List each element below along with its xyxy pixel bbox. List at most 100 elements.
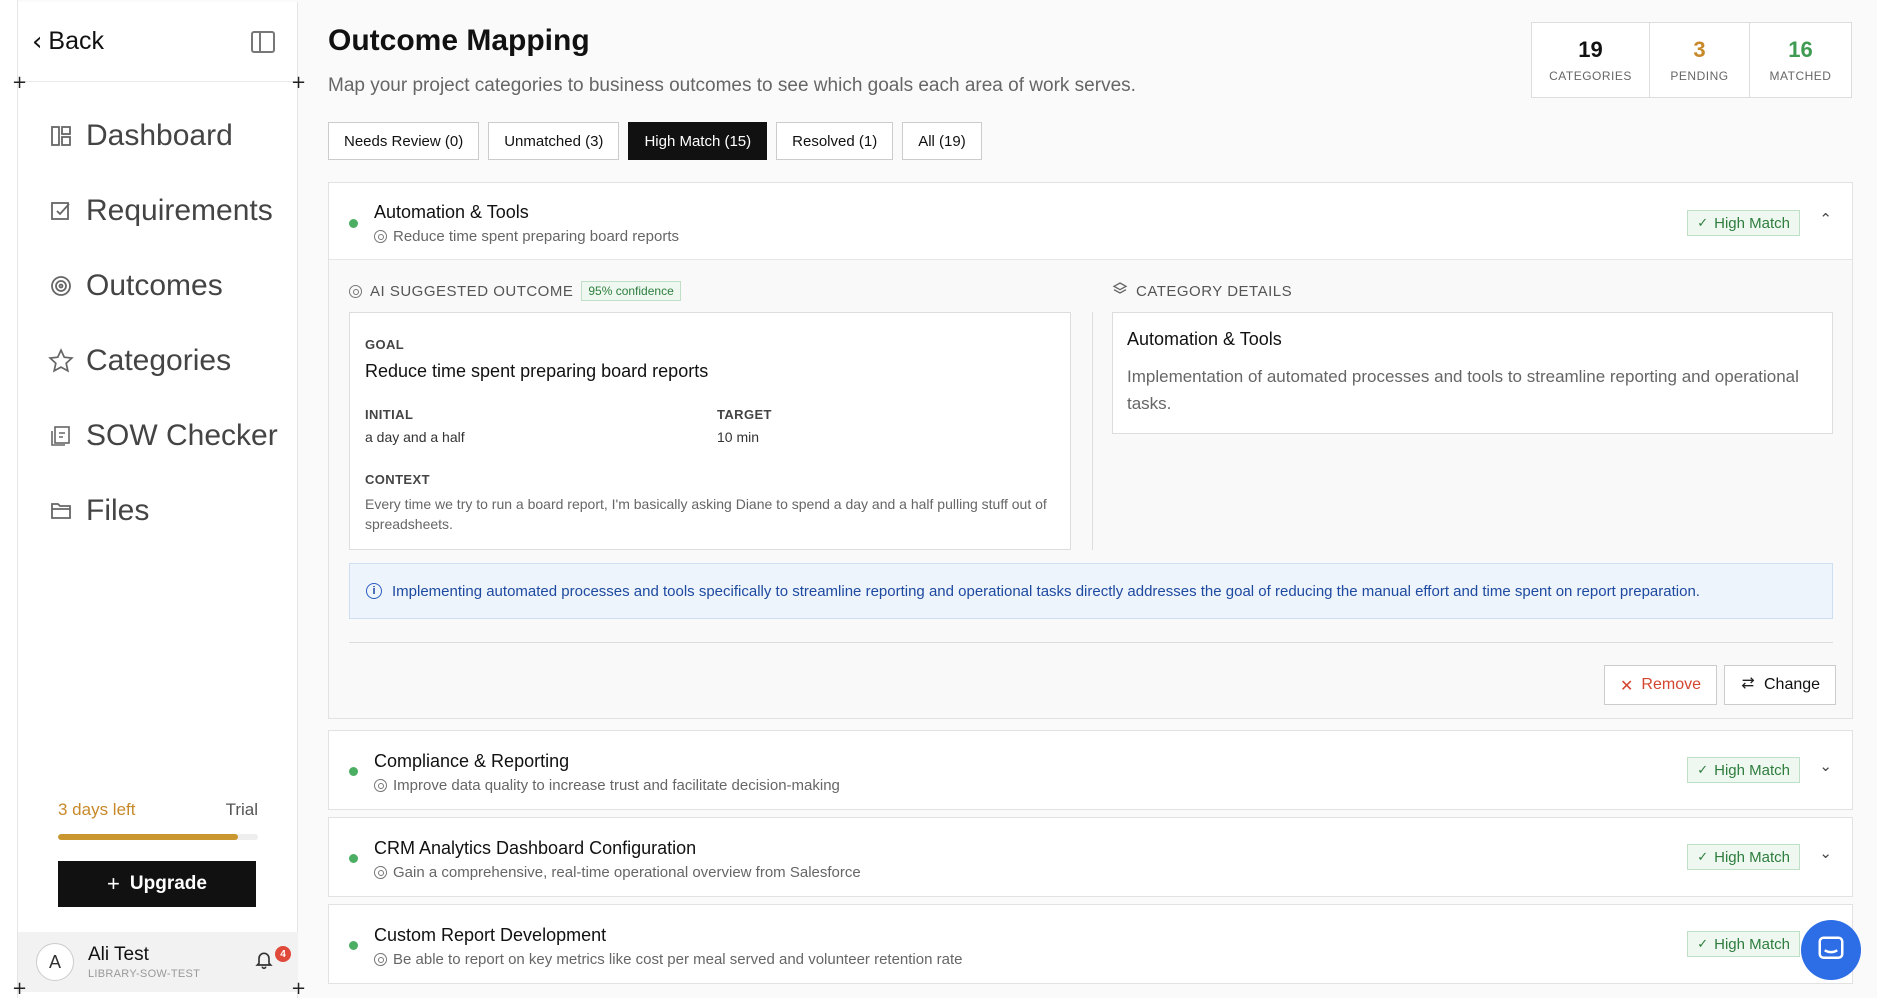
badge-label: High Match — [1714, 761, 1790, 779]
upgrade-label: Upgrade — [129, 873, 207, 894]
confidence-badge: 95% confidence — [581, 281, 681, 301]
card-goal: Gain a comprehensive, real-time operatio… — [374, 864, 861, 881]
ai-outcome-label: AI SUGGESTED OUTCOME — [370, 282, 574, 300]
target-icon — [48, 273, 74, 299]
status-dot — [349, 854, 358, 863]
page-title: Outcome Mapping — [328, 24, 590, 57]
upgrade-button[interactable]: + Upgrade — [58, 861, 256, 907]
badge-label: High Match — [1714, 935, 1790, 953]
check-icon: ✓ — [1697, 215, 1709, 231]
layers-icon — [1112, 281, 1128, 301]
stat-matched: 16 MATCHED — [1750, 23, 1851, 97]
filter-resolved[interactable]: Resolved (1) — [776, 122, 894, 160]
resize-handle-icon: + — [291, 978, 307, 998]
back-label: Back — [48, 27, 104, 55]
user-name: Ali Test — [88, 944, 149, 965]
card-title: Custom Report Development — [374, 925, 607, 945]
avatar: A — [36, 943, 74, 981]
chevron-down-icon[interactable]: ⌄ — [1819, 844, 1832, 862]
filter-unmatched[interactable]: Unmatched (3) — [488, 122, 620, 160]
category-card[interactable]: Compliance & Reporting Improve data qual… — [328, 730, 1853, 810]
sidebar: ‹ Back Dashboard Requirements Outcomes C… — [18, 2, 298, 998]
context-value: Every time we try to run a board report,… — [365, 496, 1047, 532]
sidebar-header: ‹ Back — [18, 2, 297, 82]
checkbox-icon — [48, 198, 74, 224]
sidebar-item-files[interactable]: Files — [18, 473, 297, 548]
category-title: Automation & Tools — [1127, 329, 1282, 349]
stat-categories: 19 CATEGORIES — [1532, 23, 1650, 97]
remove-button[interactable]: ✕ Remove — [1604, 665, 1717, 705]
trial-status: 3 days left Trial — [58, 800, 258, 840]
goal-panel: GOAL Reduce time spent preparing board r… — [349, 312, 1071, 550]
target-icon — [374, 953, 387, 966]
card-title: CRM Analytics Dashboard Configuration — [374, 838, 697, 858]
status-dot — [349, 941, 358, 950]
stat-pending: 3 PENDING — [1650, 23, 1750, 97]
sidebar-item-requirements[interactable]: Requirements — [18, 173, 297, 248]
target-icon — [349, 284, 362, 298]
category-details-label: CATEGORY DETAILS — [1136, 282, 1293, 300]
resize-handle-icon: + — [12, 978, 28, 998]
chat-launcher-button[interactable] — [1801, 920, 1861, 980]
target-icon — [374, 866, 387, 879]
sidebar-item-dashboard[interactable]: Dashboard — [18, 98, 297, 173]
target-icon — [374, 779, 387, 792]
target-icon — [374, 230, 387, 243]
badge-label: High Match — [1714, 214, 1790, 232]
sidebar-item-categories[interactable]: Categories — [18, 323, 297, 398]
status-badge: ✓ High Match — [1687, 844, 1800, 870]
folder-icon — [48, 498, 74, 524]
sidebar-item-label: Files — [86, 493, 150, 527]
close-icon: ✕ — [1620, 675, 1634, 695]
sidebar-item-outcomes[interactable]: Outcomes — [18, 248, 297, 323]
resize-handle-icon: + — [291, 72, 307, 93]
check-icon: ✓ — [1697, 849, 1709, 865]
filter-high-match[interactable]: High Match (15) — [628, 122, 768, 160]
card-goal: Reduce time spent preparing board report… — [374, 228, 679, 245]
sidebar-item-label: Requirements — [86, 193, 273, 227]
filter-needs-review[interactable]: Needs Review (0) — [328, 122, 480, 160]
change-button[interactable]: Change — [1724, 665, 1837, 705]
stat-value: 16 — [1788, 37, 1813, 62]
trial-progress-fill — [58, 834, 238, 840]
card-title: Automation & Tools — [374, 202, 529, 222]
check-icon: ✓ — [1697, 936, 1709, 952]
star-icon — [48, 347, 74, 374]
card-goal: Improve data quality to increase trust a… — [374, 777, 840, 794]
rationale-text: Implementing automated processes and too… — [392, 582, 1700, 600]
category-details-heading: CATEGORY DETAILS — [1112, 281, 1292, 301]
status-badge: ✓ High Match — [1687, 210, 1800, 236]
divider — [349, 642, 1833, 643]
category-card[interactable]: Custom Report Development Be able to rep… — [328, 904, 1853, 984]
category-card-expanded: Automation & Tools Reduce time spent pre… — [328, 182, 1853, 719]
chevron-up-icon[interactable]: ⌃ — [1819, 210, 1832, 228]
card-header[interactable]: Automation & Tools Reduce time spent pre… — [329, 183, 1852, 259]
card-goal-text: Reduce time spent preparing board report… — [393, 228, 679, 245]
chevron-down-icon[interactable]: ⌄ — [1819, 757, 1832, 775]
trial-days-left: 3 days left — [58, 800, 136, 819]
category-card[interactable]: CRM Analytics Dashboard Configuration Ga… — [328, 817, 1853, 897]
stats-panel: 19 CATEGORIES 3 PENDING 16 MATCHED — [1531, 22, 1852, 98]
card-details: AI SUGGESTED OUTCOME 95% confidence GOAL… — [329, 259, 1852, 718]
status-badge: ✓ High Match — [1687, 931, 1800, 957]
chevron-left-icon: ‹ — [32, 26, 43, 57]
page-subtitle: Map your project categories to business … — [328, 75, 1136, 96]
stat-label: MATCHED — [1769, 69, 1832, 83]
back-button[interactable]: ‹ Back — [32, 27, 104, 56]
chat-icon — [1816, 934, 1846, 967]
filter-all[interactable]: All (19) — [902, 122, 982, 160]
user-org: LIBRARY-SOW-TEST — [88, 968, 201, 980]
status-dot — [349, 219, 358, 228]
rationale-box: i Implementing automated processes and t… — [349, 563, 1833, 619]
stat-label: PENDING — [1670, 69, 1729, 83]
swap-icon — [1740, 675, 1756, 696]
sidebar-toggle-icon[interactable] — [251, 30, 275, 53]
bell-icon[interactable] — [254, 950, 274, 970]
initial-value: a day and a half — [365, 429, 465, 445]
goal-value: Reduce time spent preparing board report… — [365, 361, 709, 381]
user-profile[interactable]: A Ali Test LIBRARY-SOW-TEST 4 — [18, 932, 298, 992]
sidebar-item-sow-checker[interactable]: SOW Checker — [18, 398, 297, 473]
check-icon: ✓ — [1697, 762, 1709, 778]
category-description: Implementation of automated processes an… — [1127, 367, 1799, 413]
category-panel: Automation & Tools Implementation of aut… — [1112, 312, 1833, 434]
